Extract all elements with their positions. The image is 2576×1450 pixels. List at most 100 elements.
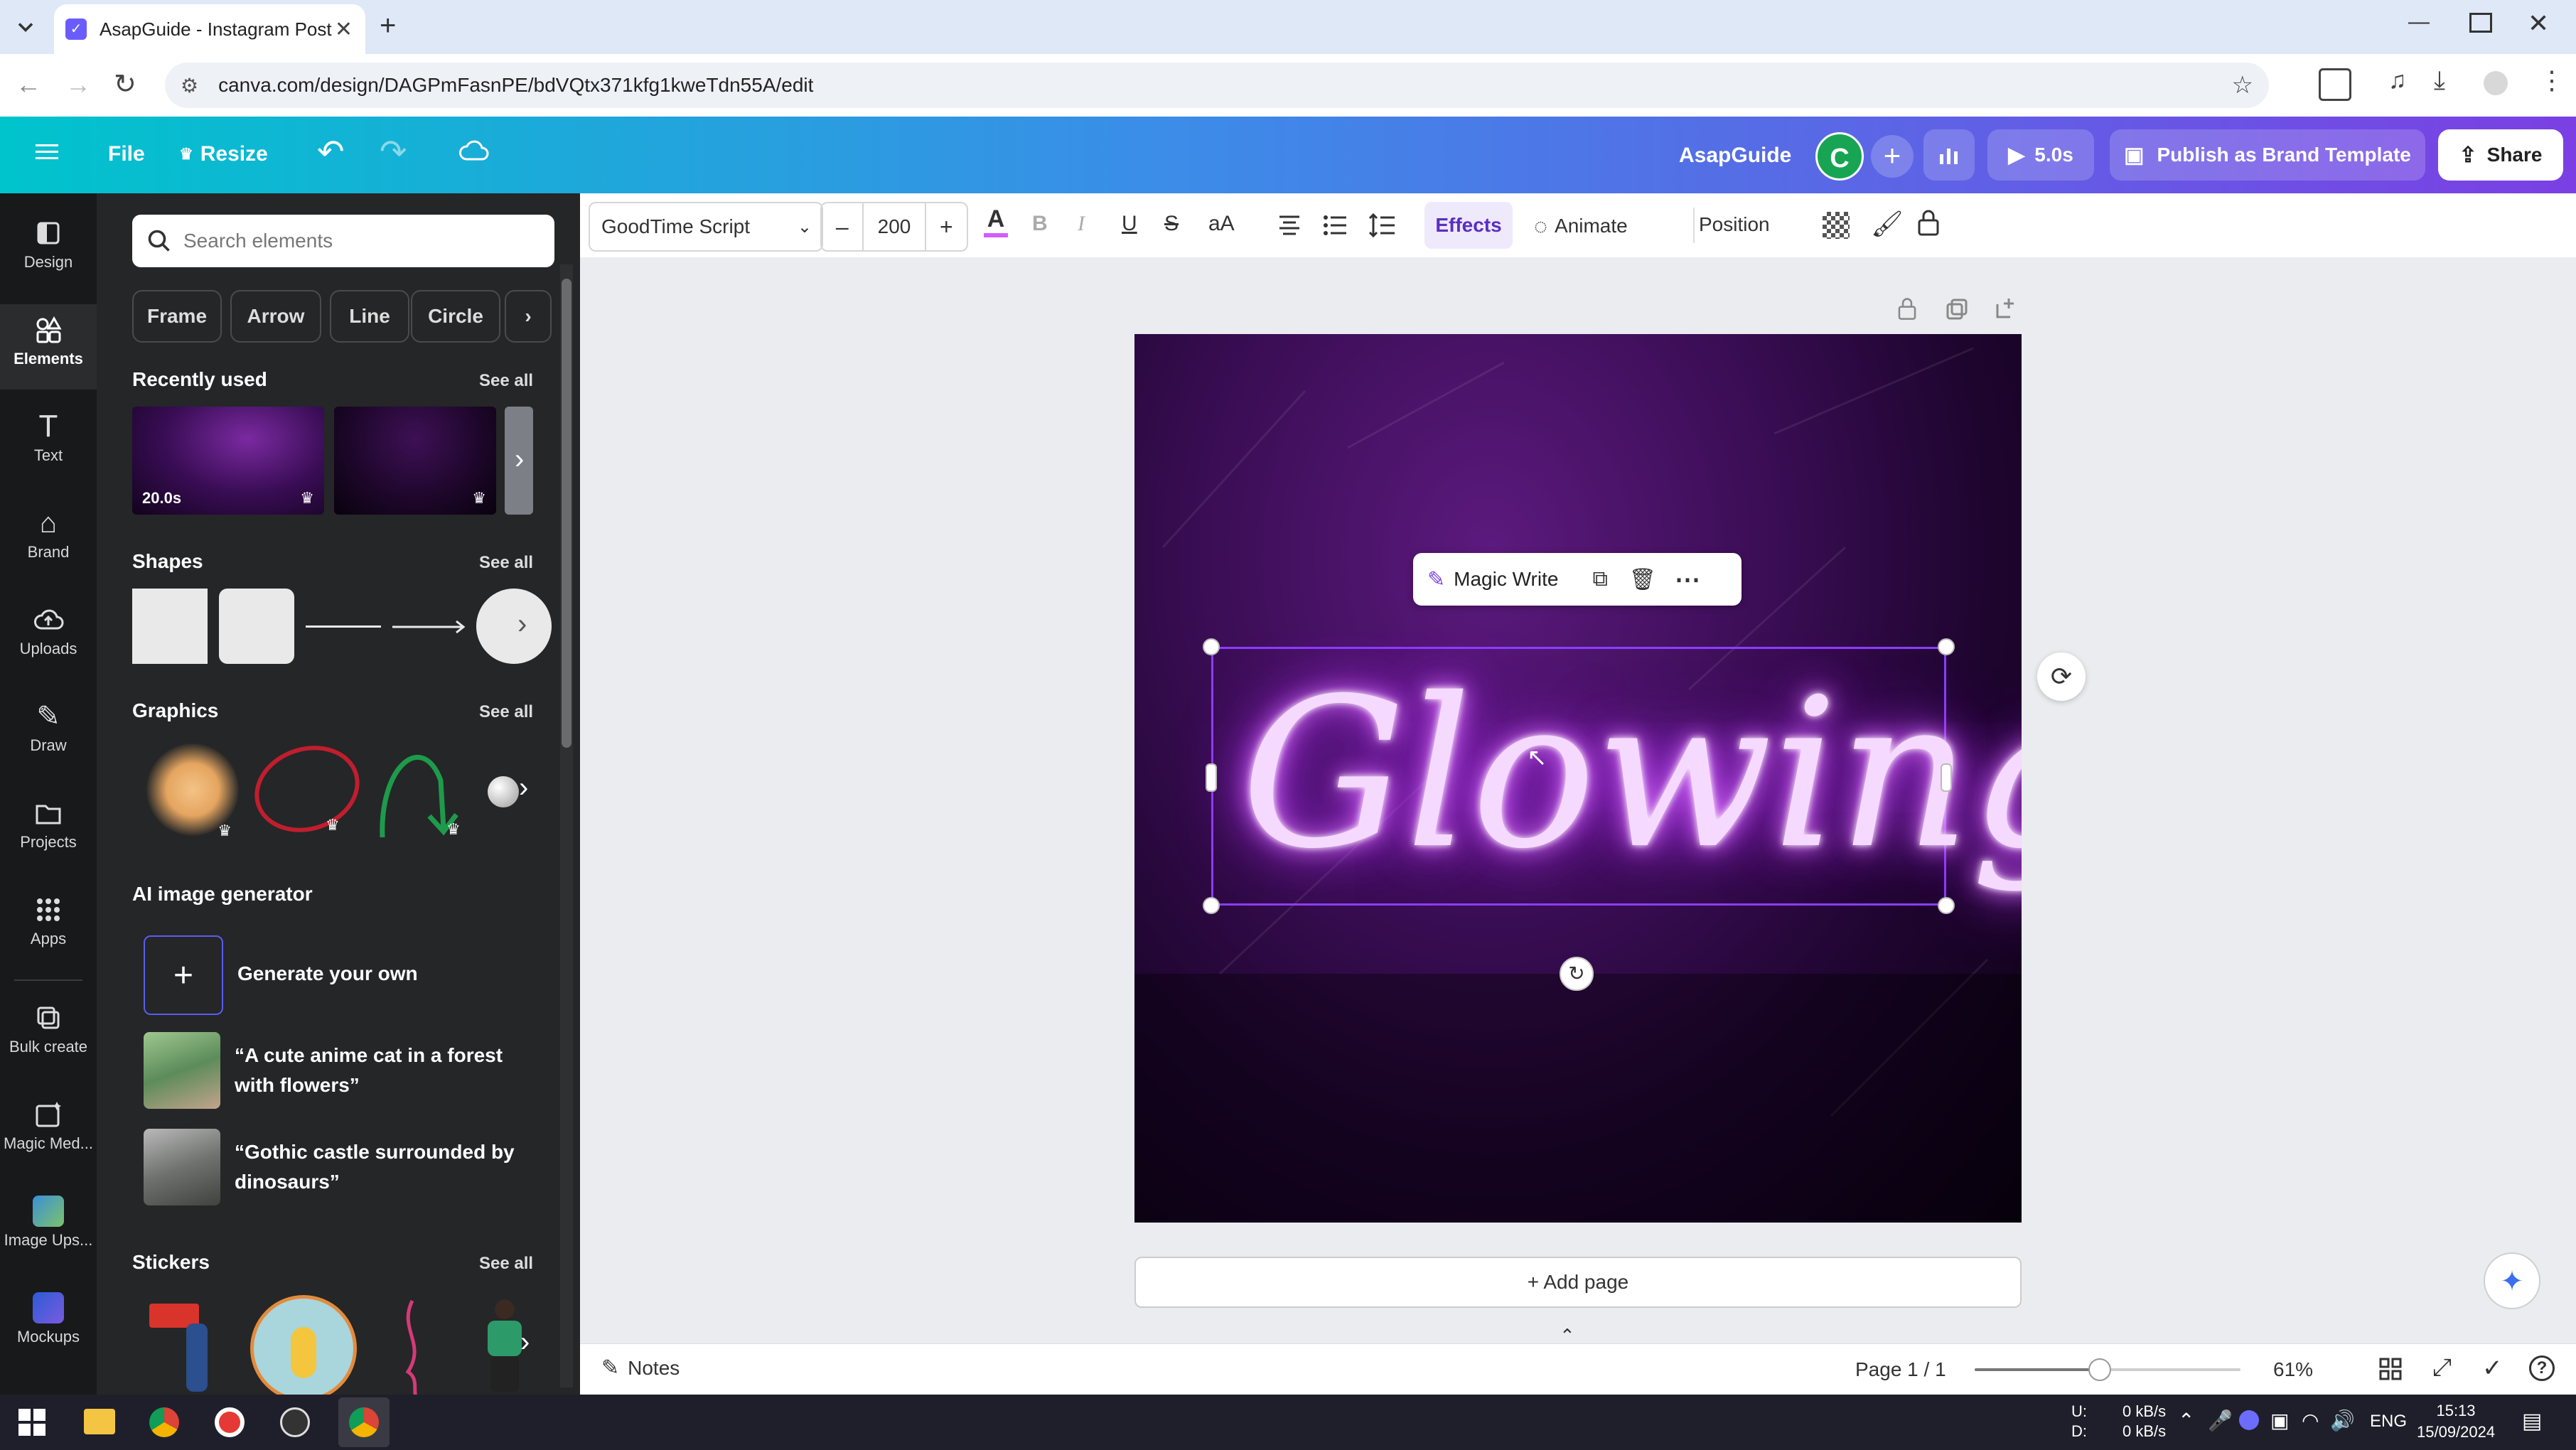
recent-item-dark-purple-bg[interactable]: ♛ xyxy=(334,407,496,515)
font-family-select[interactable]: GoodTime Script ⌄ xyxy=(589,202,823,252)
new-tab-plus-icon[interactable]: + xyxy=(380,10,396,42)
shape-rounded-square[interactable] xyxy=(219,589,294,664)
increase-font-icon[interactable]: + xyxy=(926,214,967,240)
team-name[interactable]: AsapGuide xyxy=(1679,144,1791,168)
download-icon[interactable]: ⤓ xyxy=(2434,65,2445,96)
resize-handle-left[interactable] xyxy=(1206,763,1217,792)
share-button[interactable]: ⇪ Share xyxy=(2438,129,2563,181)
page-indicator[interactable]: Page 1 / 1 xyxy=(1855,1358,1946,1381)
resize-handle-top-right[interactable] xyxy=(1938,638,1955,655)
paint-format-icon[interactable]: 🖌 xyxy=(1871,209,1904,239)
rail-item-elements[interactable]: Elements xyxy=(0,304,97,390)
chrome-menu-icon[interactable]: ⋮ xyxy=(2539,65,2565,95)
rail-item-brand[interactable]: ⌂ Brand xyxy=(0,498,97,583)
help-icon[interactable]: ? xyxy=(2529,1355,2555,1381)
rail-item-mockups[interactable]: Mockups xyxy=(0,1282,97,1368)
reload-icon[interactable]: ↻ xyxy=(114,68,136,100)
tab-list-chevron-icon[interactable] xyxy=(13,14,38,40)
italic-icon[interactable]: I xyxy=(1078,212,1085,236)
recent-next-arrow-icon[interactable]: › xyxy=(515,444,524,476)
tab-close-icon[interactable]: ✕ xyxy=(335,17,353,42)
duplicate-page-icon[interactable] xyxy=(1945,297,1969,321)
underline-icon[interactable]: U xyxy=(1122,212,1137,236)
meet-icon[interactable] xyxy=(2239,1410,2259,1430)
search-input[interactable]: Search elements xyxy=(132,215,554,267)
design-page[interactable]: Glowing ↻ ✎ Magic Write ⧉ 🗑 ⋯ ↖ xyxy=(1134,334,2022,1223)
rail-item-uploads[interactable]: Uploads xyxy=(0,594,97,680)
shapes-next-arrow-icon[interactable]: › xyxy=(517,608,527,640)
chip-circle[interactable]: Circle xyxy=(411,290,500,343)
rail-item-text[interactable]: T Text xyxy=(0,401,97,486)
display-icon[interactable]: ▣ xyxy=(2270,1409,2289,1432)
rail-item-image-upscaler[interactable]: Image Ups... xyxy=(0,1186,97,1271)
ai-prompt-cat[interactable]: “A cute anime cat in a forest with flowe… xyxy=(235,1041,547,1100)
hamburger-menu-icon[interactable] xyxy=(36,141,58,163)
grid-view-icon[interactable] xyxy=(2378,1357,2403,1381)
media-icon[interactable]: ♫ xyxy=(2388,67,2407,95)
redo-icon[interactable]: ↷ xyxy=(380,132,407,171)
ai-sample-cat-thumbnail[interactable] xyxy=(144,1032,220,1109)
rail-item-apps[interactable]: Apps xyxy=(0,884,97,970)
add-collaborator-plus-icon[interactable]: + xyxy=(1871,135,1914,178)
browser-tab[interactable]: ✓ AsapGuide - Instagram Post ✕ xyxy=(54,4,365,54)
stickers-next-arrow-icon[interactable]: › xyxy=(520,1326,530,1358)
notifications-icon[interactable]: ▤ xyxy=(2522,1409,2542,1434)
graphic-orange-glow[interactable]: ♛ xyxy=(146,743,239,839)
file-menu-button[interactable]: File xyxy=(108,142,145,166)
regenerate-comment-icon[interactable]: ⟳ xyxy=(2037,652,2086,701)
rail-item-bulk-create[interactable]: Bulk create xyxy=(0,992,97,1078)
animate-button[interactable]: ◌ Animate xyxy=(1534,203,1628,249)
restore-icon[interactable] xyxy=(2469,13,2492,33)
zoom-level[interactable]: 61% xyxy=(2273,1358,2313,1381)
notes-button[interactable]: ✎ Notes xyxy=(601,1355,680,1380)
glowing-neon-text[interactable]: Glowing xyxy=(1241,633,2022,917)
minimize-icon[interactable]: — xyxy=(2408,10,2430,34)
resize-handle-top-left[interactable] xyxy=(1203,638,1220,655)
present-play-button[interactable]: ▶ 5.0s xyxy=(1987,129,2094,181)
sticker-prevention-day-badge[interactable] xyxy=(250,1295,357,1402)
shape-circle[interactable] xyxy=(476,589,552,664)
graphic-red-circle[interactable]: ♛ xyxy=(250,741,364,840)
shapes-see-all[interactable]: See all xyxy=(479,553,533,573)
insights-chart-icon[interactable] xyxy=(1923,129,1975,181)
wifi-icon[interactable]: ◠ xyxy=(2302,1409,2319,1432)
canva-assistant-sparkle-icon[interactable]: ✦ xyxy=(2484,1252,2540,1309)
chip-line[interactable]: Line xyxy=(330,290,409,343)
add-page-corner-icon[interactable] xyxy=(1993,296,2017,320)
active-chrome-taskbar-item[interactable] xyxy=(338,1397,390,1447)
chip-frame[interactable]: Frame xyxy=(132,290,222,343)
profile-avatar[interactable] xyxy=(2484,71,2508,95)
chips-next-arrow-icon[interactable]: › xyxy=(505,290,552,343)
add-page-button[interactable]: + Add page xyxy=(1134,1257,2022,1308)
window-close-icon[interactable]: ✕ xyxy=(2528,9,2549,38)
duplicate-element-icon[interactable]: ⧉ xyxy=(1592,567,1607,591)
page-lock-icon[interactable] xyxy=(1896,297,1918,321)
sticker-megaphone-person[interactable] xyxy=(146,1295,226,1395)
lock-icon[interactable] xyxy=(1916,209,1941,237)
recent-item-purple-bg-video[interactable]: 20.0s ♛ xyxy=(132,407,324,515)
file-explorer-icon[interactable] xyxy=(84,1409,115,1434)
address-bar[interactable]: ⚙ canva.com/design/DAGPmFasnPE/bdVQtx371… xyxy=(165,63,2269,108)
tray-chevron-icon[interactable]: ⌃ xyxy=(2178,1409,2194,1432)
delete-trash-icon[interactable]: 🗑 xyxy=(1629,567,1656,592)
stickers-see-all[interactable]: See all xyxy=(479,1254,533,1274)
decrease-font-icon[interactable]: – xyxy=(822,214,862,240)
obs-icon[interactable] xyxy=(280,1407,310,1437)
strikethrough-icon[interactable]: S xyxy=(1164,212,1179,236)
letter-case-icon[interactable]: aA xyxy=(1208,212,1235,236)
zoom-slider[interactable] xyxy=(1975,1358,2240,1381)
extensions-icon[interactable] xyxy=(2319,68,2351,101)
clock[interactable]: 15:13 15/09/2024 xyxy=(2417,1400,2495,1443)
windows-start-icon[interactable] xyxy=(18,1409,45,1436)
language-indicator[interactable]: ENG xyxy=(2370,1412,2407,1432)
rotate-handle-icon[interactable]: ↻ xyxy=(1560,957,1594,991)
fullscreen-icon[interactable]: ⤢ xyxy=(2432,1354,2452,1382)
transparency-checker-icon[interactable] xyxy=(1823,212,1850,239)
cloud-save-icon[interactable] xyxy=(458,138,489,163)
rail-item-draw[interactable]: ✎ Draw xyxy=(0,691,97,776)
chip-arrow[interactable]: Arrow xyxy=(230,290,321,343)
text-color-button[interactable]: A xyxy=(984,206,1008,237)
recently-used-see-all[interactable]: See all xyxy=(479,371,533,391)
effects-button[interactable]: Effects xyxy=(1424,202,1513,249)
rail-item-magic-media[interactable]: Magic Med... xyxy=(0,1089,97,1174)
